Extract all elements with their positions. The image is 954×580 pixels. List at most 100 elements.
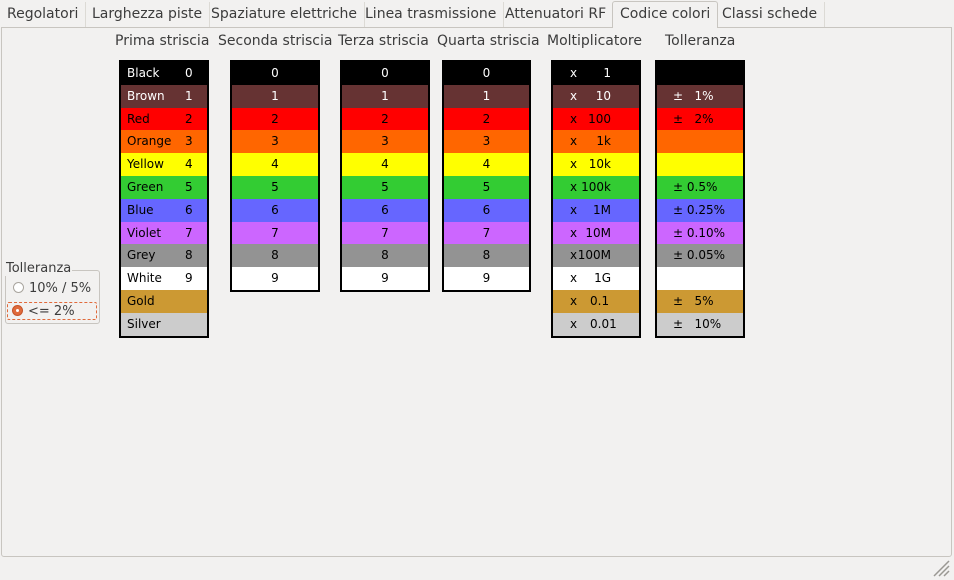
- multiplier-value: 1k: [596, 134, 611, 149]
- multiplier-value: 1: [603, 66, 611, 80]
- tolerance-row-blue: ± 0.25%: [657, 198, 743, 222]
- color-row-green: Green 5: [121, 175, 207, 199]
- third-band-table: 0 1 2 3 4 5 6 7 8 9: [340, 60, 430, 292]
- digit-value: 7: [271, 225, 279, 240]
- multiplier-value: 0.01: [590, 316, 617, 331]
- digit-value: 2: [271, 111, 279, 126]
- digit-value: 4: [381, 157, 389, 172]
- color-row-gold: Gold: [121, 289, 207, 313]
- header-fourth-band: Quarta striscia: [437, 33, 540, 49]
- tolerance-row-grey: ± 0.05%: [657, 244, 743, 268]
- digit-value: 1: [482, 88, 491, 103]
- digit-value: 5: [271, 179, 279, 194]
- tab-regolatori[interactable]: Regolatori: [0, 2, 87, 27]
- multiplier-row-gold: x 0.1: [553, 289, 639, 313]
- color-name: Red: [127, 111, 150, 126]
- digit-value: 3: [482, 134, 491, 149]
- tolerance-value: ± 0.25%: [673, 202, 725, 217]
- header-second-band: Seconda striscia: [218, 33, 333, 49]
- digit-row-grey: 8: [444, 244, 529, 268]
- tab-attenuatori-rf[interactable]: Attenuatori RF: [498, 2, 615, 27]
- multiplier-table: x 1 x 10 x 100 x 1k x 10k x 100k x 1M x 10M x 100M x 1G x 0.1…: [551, 60, 641, 338]
- color-name: Yellow: [127, 157, 164, 172]
- tab-spaziature-elettriche[interactable]: Spaziature elettriche: [204, 2, 365, 27]
- multiplier-row-brown: x 10: [553, 84, 639, 108]
- color-row-grey: Grey 8: [121, 244, 207, 268]
- radio-tolerance-10-5[interactable]: 10% / 5%: [8, 280, 91, 298]
- tolerance-value: ± 1%: [673, 88, 714, 103]
- times-symbol: x: [570, 66, 578, 80]
- digit-row-yellow: 4: [232, 153, 318, 176]
- digit-row-brown: 1: [232, 84, 318, 108]
- second-band-table: 0 1 2 3 4 5 6 7 8 9: [230, 60, 320, 292]
- digit-row-violet: 7: [232, 221, 318, 245]
- times-symbol: x: [570, 134, 578, 149]
- color-digit: 4: [185, 157, 193, 172]
- color-digit: 1: [185, 88, 193, 103]
- color-digit: 9: [185, 271, 193, 286]
- multiplier-row-orange: x 1k: [553, 130, 639, 154]
- tolerance-value: ± 2%: [673, 111, 714, 126]
- color-name: Violet: [127, 225, 162, 240]
- tolerance-row-black: [657, 62, 743, 85]
- digit-row-brown: 1: [342, 84, 428, 108]
- digit-value: 5: [482, 179, 491, 194]
- tab-larghezza-piste[interactable]: Larghezza piste: [85, 2, 211, 27]
- digit-row-red: 2: [232, 107, 318, 131]
- digit-value: 6: [381, 202, 389, 217]
- digit-row-white: 9: [232, 267, 318, 290]
- header-first-band: Prima striscia: [115, 33, 210, 49]
- fourth-band-table: 0 1 2 3 4 5 6 7 8 9: [442, 60, 531, 292]
- color-name: Blue: [127, 202, 154, 217]
- multiplier-value: 1M: [593, 202, 611, 217]
- tolerance-row-violet: ± 0.10%: [657, 221, 743, 245]
- radio-checked-icon: [12, 305, 23, 316]
- color-name: Brown: [127, 88, 165, 103]
- color-name: Grey: [127, 248, 156, 263]
- digit-row-red: 2: [444, 107, 529, 131]
- times-symbol: x: [570, 179, 578, 194]
- color-digit: 0: [185, 66, 193, 80]
- digit-value: 7: [482, 225, 491, 240]
- digit-row-orange: 3: [342, 130, 428, 154]
- multiplier-value: 10k: [588, 157, 611, 172]
- tolerance-value: ± 10%: [673, 316, 722, 331]
- digit-row-violet: 7: [444, 221, 529, 245]
- multiplier-row-violet: x 10M: [553, 221, 639, 245]
- tolerance-row-white: [657, 267, 743, 290]
- tab-codice-colori[interactable]: Codice colori: [612, 1, 719, 28]
- times-symbol: x: [570, 225, 578, 240]
- digit-value: 3: [271, 134, 279, 149]
- resize-grip-icon[interactable]: [932, 559, 950, 577]
- digit-row-blue: 6: [232, 198, 318, 222]
- multiplier-value: 100M: [577, 248, 611, 263]
- multiplier-row-grey: x 100M: [553, 244, 639, 268]
- digit-row-black: 0: [232, 62, 318, 85]
- color-digit: 2: [185, 111, 193, 126]
- digit-row-green: 5: [232, 175, 318, 199]
- digit-value: 2: [482, 111, 491, 126]
- color-row-violet: Violet 7: [121, 221, 207, 245]
- digit-row-black: 0: [444, 62, 529, 85]
- times-symbol: x: [570, 293, 578, 308]
- tab-classi-schede[interactable]: Classi schede: [715, 2, 826, 27]
- digit-value: 0: [381, 66, 389, 80]
- digit-row-brown: 1: [444, 84, 529, 108]
- tolerance-row-silver: ± 10%: [657, 312, 743, 336]
- multiplier-value: 0.1: [590, 293, 610, 308]
- digit-value: 7: [381, 225, 389, 240]
- digit-value: 9: [381, 271, 389, 286]
- digit-row-green: 5: [444, 175, 529, 199]
- digit-row-yellow: 4: [444, 153, 529, 176]
- header-tolerance: Tolleranza: [665, 33, 736, 49]
- tab-linea-trasmissione[interactable]: Linea trasmissione: [358, 2, 505, 27]
- digit-row-blue: 6: [444, 198, 529, 222]
- color-row-black: Black 0: [121, 62, 207, 85]
- radio-tolerance-2[interactable]: <= 2%: [7, 302, 97, 320]
- digit-row-orange: 3: [232, 130, 318, 154]
- radio-unchecked-icon: [13, 282, 24, 293]
- digit-value: 8: [482, 248, 491, 263]
- digit-value: 6: [271, 202, 279, 217]
- digit-value: 9: [271, 271, 279, 286]
- digit-row-green: 5: [342, 175, 428, 199]
